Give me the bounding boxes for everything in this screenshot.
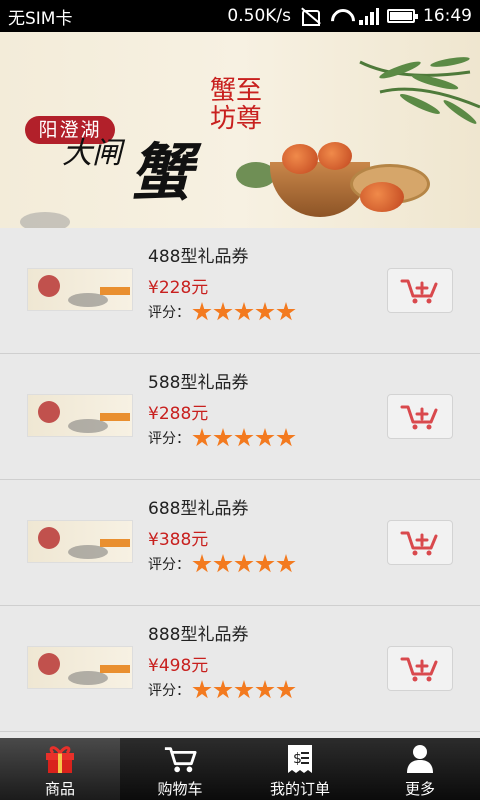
product-name: 888型礼品券 [148, 625, 249, 645]
product-rating: 评分： [148, 428, 297, 448]
product-item[interactable]: 688型礼品券 ¥388元 评分： [0, 480, 480, 606]
screen: 无SIM卡 0.50K/s 16:49 蟹至坊尊 阳澄湖 大闸 蟹 488型礼品… [0, 0, 480, 800]
star-icon [255, 302, 275, 321]
crab-image [282, 144, 318, 174]
product-thumbnail [27, 394, 133, 437]
add-to-cart-button[interactable] [387, 520, 453, 565]
star-icon [213, 554, 233, 573]
tab-label: 我的订单 [269, 780, 330, 798]
add-to-cart-button[interactable] [387, 268, 453, 313]
star-icon [276, 302, 296, 321]
tab-label: 购物车 [157, 780, 203, 798]
product-thumbnail [27, 520, 133, 563]
carrier-label: 无SIM卡 [8, 8, 73, 29]
product-price: ¥228元 [148, 278, 209, 298]
product-price: ¥498元 [148, 656, 209, 676]
tab-label: 商品 [44, 780, 75, 798]
add-cart-icon [400, 405, 438, 429]
add-to-cart-button[interactable] [387, 646, 453, 691]
product-name: 588型礼品券 [148, 373, 249, 393]
star-icon [213, 428, 233, 447]
product-thumbnail [27, 646, 133, 689]
tab-cart[interactable]: 购物车 [120, 738, 240, 800]
star-icon [213, 302, 233, 321]
product-rating: 评分： [148, 302, 297, 322]
mute-icon [299, 7, 321, 26]
ink-crab-image [20, 212, 70, 228]
star-icon [255, 680, 275, 699]
bamboo-decoration [359, 57, 480, 124]
rating-label: 评分： [148, 557, 190, 573]
network-speed: 0.50K/s [227, 6, 291, 26]
star-icon [192, 302, 212, 321]
star-icon [192, 428, 212, 447]
banner-title-big: 蟹 [130, 136, 193, 209]
product-item[interactable]: 588型礼品券 ¥288元 评分： [0, 354, 480, 480]
status-bar: 无SIM卡 0.50K/s 16:49 [0, 0, 480, 32]
bottom-tab-bar: 商品 购物车 $ 我的订单 更多 [0, 738, 480, 800]
product-thumbnail [27, 268, 133, 311]
star-icon [234, 680, 254, 699]
battery-icon [387, 9, 418, 23]
star-icon [192, 554, 212, 573]
product-list: 488型礼品券 ¥228元 评分： 588型礼品券 ¥288元 评分： 688型… [0, 228, 480, 738]
add-cart-icon [400, 531, 438, 555]
add-cart-icon [400, 279, 438, 303]
star-icon [255, 428, 275, 447]
rating-label: 评分： [148, 683, 190, 699]
cart-icon [163, 742, 197, 776]
wifi-icon [329, 7, 351, 25]
product-name: 488型礼品券 [148, 247, 249, 267]
product-item[interactable]: 488型礼品券 ¥228元 评分： [0, 228, 480, 354]
star-icon [276, 554, 296, 573]
status-right: 0.50K/s 16:49 [227, 6, 472, 26]
tab-label: 更多 [404, 780, 435, 798]
product-item[interactable]: 888型礼品券 ¥498元 评分： [0, 606, 480, 732]
product-price: ¥288元 [148, 404, 209, 424]
signal-icon [359, 7, 379, 25]
gift-icon [43, 742, 77, 776]
star-icon [234, 302, 254, 321]
rating-label: 评分： [148, 305, 190, 321]
star-icon [234, 554, 254, 573]
tab-products[interactable]: 商品 [0, 738, 120, 800]
star-icon [276, 428, 296, 447]
star-icon [192, 680, 212, 699]
star-icon [276, 680, 296, 699]
clock: 16:49 [423, 6, 472, 26]
add-cart-icon [400, 657, 438, 681]
product-rating: 评分： [148, 680, 297, 700]
brand-logo-text: 蟹至坊尊 [210, 76, 263, 134]
star-icon [234, 428, 254, 447]
product-rating: 评分： [148, 554, 297, 574]
crab-image [318, 142, 352, 170]
receipt-icon: $ [283, 742, 317, 776]
promo-banner[interactable]: 蟹至坊尊 阳澄湖 大闸 蟹 [0, 32, 480, 228]
rating-label: 评分： [148, 431, 190, 447]
svg-text:$: $ [293, 751, 302, 767]
product-name: 688型礼品券 [148, 499, 249, 519]
star-icon [213, 680, 233, 699]
tab-more[interactable]: 更多 [360, 738, 480, 800]
crab-image [360, 182, 404, 212]
banner-title-small: 大闸 [62, 136, 122, 171]
add-to-cart-button[interactable] [387, 394, 453, 439]
product-price: ¥388元 [148, 530, 209, 550]
user-icon [403, 742, 437, 776]
star-icon [255, 554, 275, 573]
tab-my-orders[interactable]: $ 我的订单 [240, 738, 360, 800]
